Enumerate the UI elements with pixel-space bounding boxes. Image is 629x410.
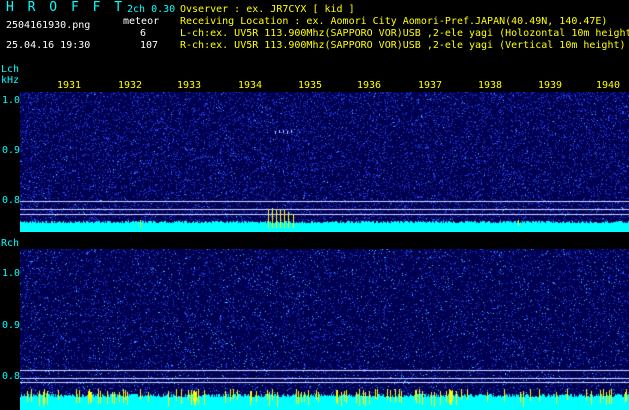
rch-info: R-ch:ex. UV5R 113.900Mhz(SAPPORO VOR)USB… [180, 40, 626, 51]
lch-spectrogram [20, 92, 629, 232]
lch-freq-1-0: 1.0 [2, 95, 21, 106]
time-tick-1934: 1934 [237, 80, 263, 91]
location-info: Receiving Location : ex. Aomori City Aom… [180, 16, 608, 27]
rch-label: Rch [1, 238, 20, 249]
app-version: 2ch 0.30 [127, 4, 176, 15]
time-tick-1937: 1937 [417, 80, 443, 91]
khz-label: kHz [1, 75, 20, 86]
time-tick-1940: 1940 [595, 80, 621, 91]
time-tick-1938: 1938 [477, 80, 503, 91]
observer-info: Ovserver : ex. JR7CYX [ kid ] [180, 4, 355, 15]
lch-label: Lch [1, 64, 20, 75]
lch-freq-0-8: 0.8 [2, 195, 21, 206]
rch-freq-1-0: 1.0 [2, 268, 21, 279]
lch-info: L-ch:ex. UV5R 113.900Mhz(SAPPORO VOR)USB… [180, 28, 629, 39]
datetime-label: 25.04.16 19:30 [6, 40, 91, 51]
filename-label: 2504161930.png [6, 20, 91, 31]
rch-freq-0-8: 0.8 [2, 371, 21, 382]
lch-meteor-count: 6 [140, 28, 147, 39]
app-logo: H R O F F T [6, 0, 126, 15]
rch-meteor-count: 107 [140, 40, 159, 51]
time-tick-1936: 1936 [356, 80, 382, 91]
time-tick-1935: 1935 [297, 80, 323, 91]
time-tick-1939: 1939 [537, 80, 563, 91]
meteor-label: meteor [123, 16, 160, 27]
time-tick-1933: 1933 [176, 80, 202, 91]
lch-freq-0-9: 0.9 [2, 145, 21, 156]
time-tick-1931: 1931 [56, 80, 82, 91]
rch-freq-0-9: 0.9 [2, 320, 21, 331]
rch-spectrogram [20, 249, 629, 410]
time-tick-1932: 1932 [117, 80, 143, 91]
